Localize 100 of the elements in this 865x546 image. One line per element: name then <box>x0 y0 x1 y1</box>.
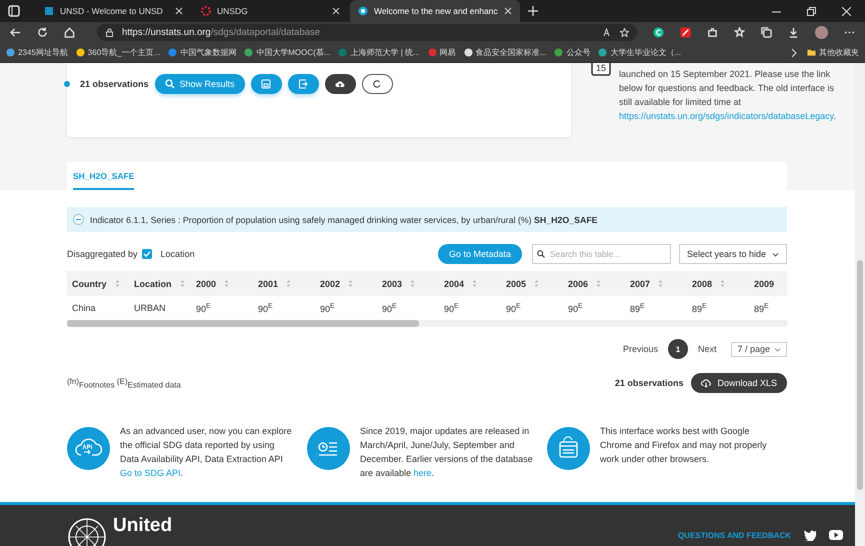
export-button[interactable] <box>288 74 319 94</box>
collections-icon[interactable] <box>761 27 772 38</box>
table-cell: 89$^{E}$ <box>754 302 769 314</box>
location-checkbox[interactable] <box>142 249 152 259</box>
site-favicon-icon <box>338 48 348 57</box>
column-header[interactable]: 2009 <box>749 278 774 288</box>
favorites-icon[interactable] <box>734 27 745 38</box>
page-number[interactable]: 1 <box>668 339 688 359</box>
back-arrow-icon[interactable] <box>10 27 21 38</box>
bookmark-folder[interactable]: 其他收藏夹 <box>807 47 859 58</box>
bookmark[interactable]: 上海师范大学 | 统... <box>338 47 420 58</box>
bookmark[interactable]: 2345网址导航 <box>6 47 68 58</box>
checkmark-icon <box>142 250 151 258</box>
save-button[interactable] <box>250 74 282 94</box>
column-header[interactable]: 2005 <box>501 278 563 288</box>
download-xls-button[interactable]: Download XLS <box>691 373 787 393</box>
chevron-right-icon[interactable] <box>789 48 799 58</box>
browser-tab[interactable]: UNSD - Welcome to UNSD <box>36 0 191 22</box>
favorite-star-icon[interactable] <box>620 28 629 37</box>
cloud-upload-icon <box>335 79 346 89</box>
bookmark[interactable]: 食品安全国家标准... <box>464 47 546 58</box>
location-label: Location <box>160 249 195 259</box>
site-favicon-icon <box>428 48 437 57</box>
column-header[interactable]: Country <box>67 278 129 288</box>
page-size-select[interactable]: 7 / page <box>731 342 787 356</box>
export-icon <box>298 79 308 89</box>
bookmark[interactable]: 360导航_一个主页... <box>76 47 160 58</box>
site-favicon-icon <box>168 48 178 57</box>
reload-icon[interactable] <box>37 27 48 38</box>
column-header[interactable]: 2002 <box>315 278 377 288</box>
new-tab-icon[interactable] <box>528 6 538 16</box>
address-bar[interactable]: https://unstats.un.org/sdgs/dataportal/database <box>97 24 637 41</box>
reset-button[interactable] <box>362 74 393 94</box>
column-header[interactable]: 2001 <box>253 278 315 288</box>
bookmark[interactable]: 公众号 <box>554 47 590 58</box>
table-cell: 89$^{E}$ <box>692 302 707 314</box>
home-icon[interactable] <box>64 27 75 38</box>
play-button-icon[interactable] <box>829 529 843 541</box>
questions-feedback-link[interactable]: QUESTIONS AND FEEDBACK <box>678 530 791 540</box>
cloud-download-icon <box>701 378 712 388</box>
table-cell: 90$^{E}$ <box>196 302 211 314</box>
column-header[interactable]: Location <box>129 278 191 288</box>
download-icon[interactable] <box>788 27 799 38</box>
bookmark[interactable]: 中国气象数据网 <box>168 47 236 58</box>
upload-button[interactable] <box>324 74 356 94</box>
browser-tab[interactable]: Welcome to the new and enhanc <box>350 0 520 22</box>
globe-emblem-icon <box>67 517 107 546</box>
site-favicon-icon <box>598 48 608 57</box>
next-button[interactable]: Next <box>696 344 718 354</box>
bookmark[interactable]: 中国大学MOOC(慕... <box>244 47 330 58</box>
lock-icon <box>105 28 114 37</box>
column-header[interactable]: 2008 <box>687 278 749 288</box>
bookmark[interactable]: 网易 <box>428 47 456 58</box>
table-search-field[interactable]: Search this table... <box>532 244 671 264</box>
observations-count: 21 observations <box>614 378 684 388</box>
url-text[interactable]: https://unstats.un.org/sdgs/dataportal/database <box>122 27 320 38</box>
close-icon[interactable] <box>175 7 183 15</box>
column-header[interactable]: 2004 <box>439 278 501 288</box>
restore-icon[interactable] <box>807 6 816 16</box>
close-icon[interactable] <box>504 7 512 15</box>
extension-icon[interactable] <box>653 27 664 38</box>
collapse-toggle[interactable] <box>73 214 84 225</box>
read-aloud-icon[interactable] <box>603 28 612 37</box>
table-cell: 90$^{E}$ <box>258 302 273 314</box>
logo-text: United <box>113 517 172 535</box>
folder-icon <box>807 48 816 57</box>
table-cell: China <box>72 303 96 313</box>
browser-window-icon <box>547 427 590 470</box>
save-icon <box>261 79 272 89</box>
site-favicon-icon <box>76 48 85 57</box>
close-icon[interactable] <box>332 7 340 15</box>
column-header[interactable]: 2007 <box>625 278 687 288</box>
horizontal-scrollbar[interactable] <box>67 320 787 327</box>
close-icon[interactable] <box>842 6 851 16</box>
site-favicon-icon <box>358 6 368 16</box>
site-favicon-icon <box>464 48 473 57</box>
site-favicon-icon <box>244 48 254 57</box>
table-cell: URBAN <box>134 303 166 313</box>
table-cell: 90$^{E}$ <box>382 302 397 314</box>
bookmark[interactable]: 大学生毕业论文（... <box>598 47 682 58</box>
site-favicon-icon <box>6 48 15 57</box>
column-header[interactable]: 2003 <box>377 278 439 288</box>
table-cell: 90$^{E}$ <box>444 302 459 314</box>
puzzle-icon[interactable] <box>707 27 718 38</box>
info-text: Since 2019, major updates are released in March/April, June/July, September and December. Earlier versions of the database are available here. <box>360 425 534 480</box>
avatar[interactable] <box>815 26 828 39</box>
info-text: This interface works best with Google Chrome and Firefox and may not properly work under other browsers. <box>600 425 768 466</box>
site-favicon-icon <box>554 48 564 57</box>
reset-icon <box>372 79 382 89</box>
extension-icon[interactable] <box>680 27 691 38</box>
chevron-down-icon <box>772 250 780 258</box>
scrollbar[interactable] <box>855 63 865 546</box>
tab-actions-icon[interactable] <box>8 5 20 17</box>
column-header[interactable]: 2000 <box>191 278 253 288</box>
browser-tab[interactable]: UNSDG <box>193 0 348 22</box>
column-header[interactable]: 2006 <box>563 278 625 288</box>
years-select[interactable]: Select years to hide <box>679 244 787 264</box>
previous-button[interactable]: Previous <box>620 344 660 354</box>
notice-text: launched on 15 September 2021. Please use the link below for questions and feedback. The old interface is still available for limited time at https://unstats.un.org/sdgs/indicators/databaseLegacy. <box>619 68 837 123</box>
bird-icon[interactable] <box>803 529 817 541</box>
